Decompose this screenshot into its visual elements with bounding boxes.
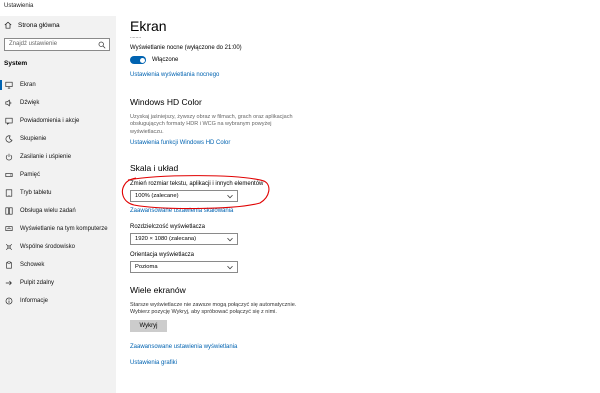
orientation-label: Orientacja wyświetlacza [130, 252, 195, 258]
sidebar-item-label: Pulpit zdalny [20, 280, 55, 286]
storage-icon [5, 171, 13, 179]
sidebar-item-wiele-zadan[interactable]: Obsługa wielu zadań [0, 202, 116, 220]
page-title: Ekran [130, 18, 167, 34]
sidebar-item-label: Dźwięk [20, 100, 40, 106]
hdr-description: Uzyskaj jaśniejszy, żywszy obraz w filma… [130, 114, 293, 136]
resolution-label: Rozdzielczość wyświetlacza [130, 224, 206, 230]
night-light-label: Wyświetlanie nocne (wyłączone do 21:00) [130, 45, 242, 51]
sidebar-item-label: Obsługa wielu zadań [20, 208, 76, 214]
sidebar-item-skupienie[interactable]: Skupienie [0, 130, 116, 148]
project-icon [5, 225, 13, 233]
sidebar-item-pulpit-zdalny[interactable]: Pulpit zdalny [0, 274, 116, 292]
scale-heading: Skala i układ [130, 163, 179, 173]
sidebar-item-label: Wyświetlanie na tym komputerze [20, 226, 108, 232]
clipboard-icon [5, 261, 13, 269]
graphics-settings-link[interactable]: Ustawienia grafiki [130, 360, 177, 366]
sidebar-item-powiadomienia[interactable]: Powiadomienia i akcje [0, 112, 116, 130]
hdr-description-line: wyświetlaczu. [130, 128, 164, 135]
speaker-icon [5, 99, 13, 107]
scale-dropdown[interactable]: 100% (zalecane) [130, 190, 238, 202]
multi-display-heading: Wiele ekranów [130, 285, 186, 295]
sidebar-section-title: System [4, 60, 28, 67]
sidebar-item-wyswietlanie[interactable]: Wyświetlanie na tym komputerze [0, 220, 116, 238]
sidebar-item-label: Tryb tabletu [20, 190, 52, 196]
multitask-icon [5, 207, 13, 215]
tablet-icon [5, 189, 13, 197]
sidebar-item-label: Wspólne środowisko [20, 244, 76, 250]
sidebar-item-label: Zasilanie i uśpienie [20, 154, 72, 160]
clipped-text: ........ [130, 34, 142, 40]
orientation-dropdown-value: Pozioma [135, 264, 158, 270]
resolution-dropdown-value: 1920 × 1080 (zalecana) [135, 236, 197, 242]
monitor-icon [5, 81, 13, 89]
sidebar-item-tryb-tabletu[interactable]: Tryb tabletu [0, 184, 116, 202]
home-icon [4, 21, 12, 29]
hdr-description-line: obsługujących formaty HDR i WCG na wybra… [130, 121, 272, 128]
home-label: Strona główna [18, 21, 60, 29]
detect-button[interactable]: Wykryj [130, 320, 167, 332]
sidebar-nav: Ekran Dźwięk Powiadomienia i akcje Skupi… [0, 76, 116, 310]
hdr-heading: Windows HD Color [130, 97, 202, 107]
hdr-description-line: Uzyskaj jaśniejszy, żywszy obraz w filma… [130, 114, 293, 120]
orientation-dropdown[interactable]: Pozioma [130, 261, 238, 273]
sidebar-item-wspolne[interactable]: Wspólne środowisko [0, 238, 116, 256]
sidebar-item-pamiec[interactable]: Pamięć [0, 166, 116, 184]
sidebar-item-label: Skupienie [20, 136, 47, 142]
sidebar-item-informacje[interactable]: Informacje [0, 292, 116, 310]
remote-icon [5, 279, 13, 287]
sidebar-item-label: Powiadomienia i akcje [20, 118, 80, 124]
sidebar-item-label: Informacje [20, 298, 49, 304]
night-light-toggle[interactable] [130, 56, 146, 64]
search-placeholder: Znajdź ustawienie [9, 41, 58, 47]
sidebar: Strona główna Znajdź ustawienie System E… [0, 16, 116, 393]
chevron-down-icon [227, 237, 233, 242]
night-light-settings-link[interactable]: Ustawienia wyświetlania nocnego [130, 72, 219, 78]
night-light-state: Włączone [152, 57, 179, 63]
search-input[interactable]: Znajdź ustawienie [4, 38, 110, 51]
sidebar-item-ekran[interactable]: Ekran [0, 76, 116, 94]
advanced-scaling-link[interactable]: Zaawansowane ustawienia skalowania [130, 208, 233, 214]
sidebar-item-label: Schowek [20, 262, 45, 268]
sidebar-item-dzwiek[interactable]: Dźwięk [0, 94, 116, 112]
power-icon [5, 153, 13, 161]
advanced-display-link[interactable]: Zaawansowane ustawienia wyświetlania [130, 344, 237, 350]
moon-icon [5, 135, 13, 143]
sidebar-item-zasilanie[interactable]: Zasilanie i uśpienie [0, 148, 116, 166]
chevron-down-icon [227, 265, 233, 270]
sidebar-item-schowek[interactable]: Schowek [0, 256, 116, 274]
info-icon [5, 297, 13, 305]
search-icon[interactable] [98, 41, 106, 49]
notification-icon [5, 117, 13, 125]
resolution-dropdown[interactable]: 1920 × 1080 (zalecana) [130, 233, 238, 245]
multi-display-description: Starsze wyświetlacze nie zawsze mogą poł… [130, 302, 296, 317]
sidebar-item-label: Pamięć [20, 172, 41, 178]
scale-dropdown-value: 100% (zalecane) [135, 193, 179, 199]
multi-display-description-line: Wybierz pozycję Wykryj, aby spróbować po… [130, 309, 277, 316]
chevron-down-icon [227, 194, 233, 199]
multi-display-description-line: Starsze wyświetlacze nie zawsze mogą poł… [130, 302, 297, 308]
main-content: Ekran ........ Wyświetlanie nocne (wyłąc… [116, 0, 600, 393]
sidebar-item-label: Ekran [20, 82, 36, 88]
window-title: Ustawienia [4, 3, 34, 9]
text-size-label: Zmień rozmiar tekstu, aplikacji i innych… [130, 181, 264, 187]
hdr-settings-link[interactable]: Ustawienia funkcji Windows HD Color [130, 140, 230, 146]
home-link[interactable]: Strona główna [4, 21, 60, 29]
shared-icon [5, 243, 13, 251]
